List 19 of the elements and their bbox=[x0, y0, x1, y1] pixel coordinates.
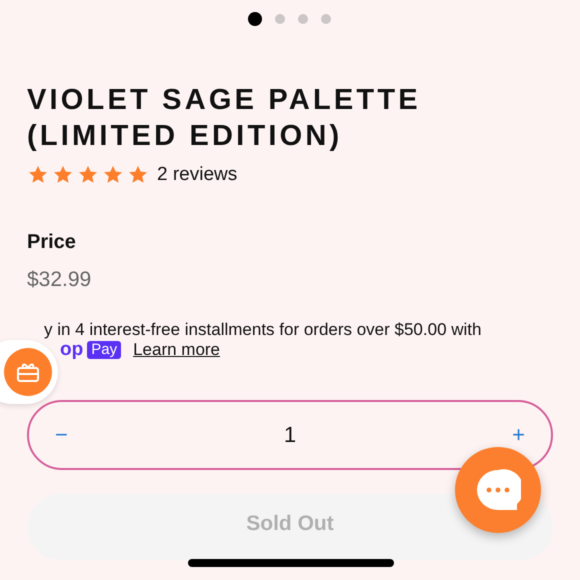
price: $32.99 bbox=[27, 268, 92, 292]
decrease-button[interactable]: − bbox=[51, 422, 72, 448]
product-title: VIOLET SAGE PALETTE (LIMITED EDITION) bbox=[27, 83, 422, 154]
carousel-dot[interactable] bbox=[321, 14, 331, 24]
quantity-value[interactable]: 1 bbox=[284, 422, 296, 448]
carousel-dot[interactable] bbox=[248, 12, 262, 26]
price-label: Price bbox=[27, 231, 76, 254]
installments-text: y in 4 interest-free installments for orders over $50.00 with bbox=[43, 320, 482, 340]
carousel-dot[interactable] bbox=[275, 14, 285, 24]
gift-icon bbox=[16, 361, 40, 383]
pay-badge: Pay bbox=[87, 341, 122, 359]
chat-bubble-icon bbox=[475, 468, 521, 512]
payment-logo-text: op bbox=[60, 340, 84, 360]
chat-button[interactable] bbox=[455, 447, 541, 533]
carousel-dot[interactable] bbox=[298, 14, 308, 24]
gift-button[interactable] bbox=[4, 348, 52, 396]
increase-button[interactable]: + bbox=[508, 422, 529, 448]
review-count[interactable]: 2 reviews bbox=[157, 164, 238, 186]
learn-more-link[interactable]: Learn more bbox=[133, 340, 220, 360]
